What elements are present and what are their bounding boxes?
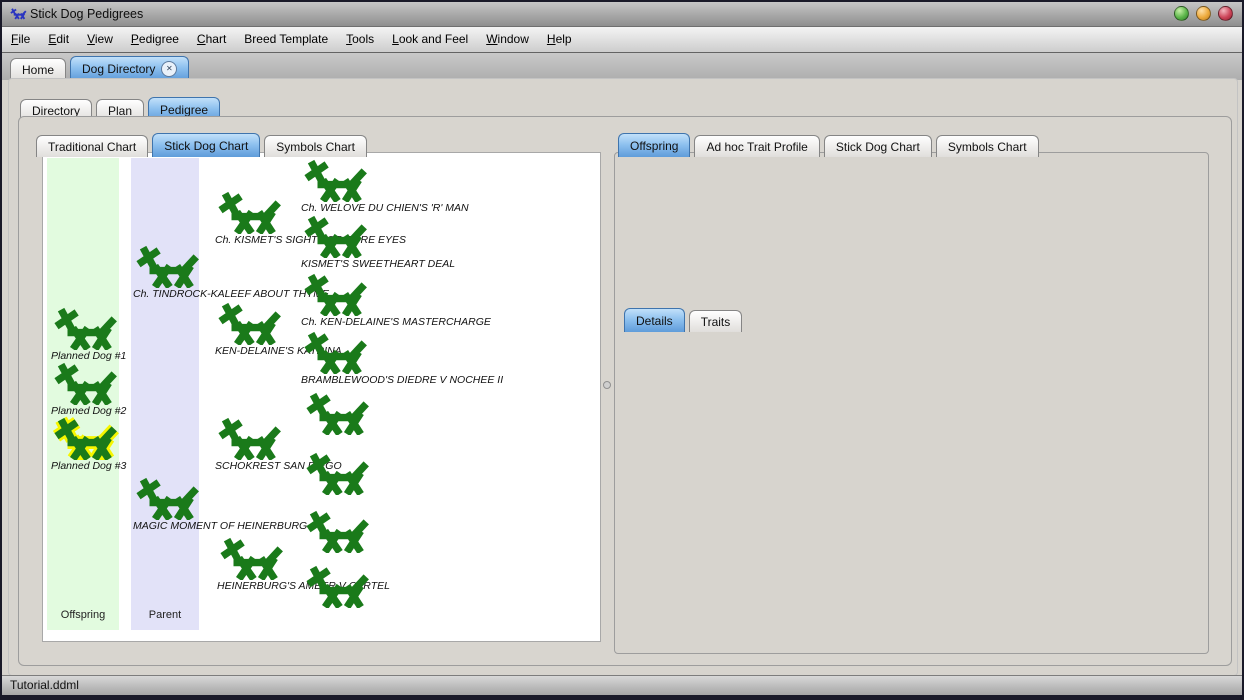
- maximize-button[interactable]: [1196, 6, 1211, 21]
- menu-look-and-feel[interactable]: Look and Feel: [383, 27, 477, 51]
- tab-label: Details: [636, 314, 673, 328]
- stick-dog-planned-dog-3[interactable]: [48, 416, 120, 460]
- stick-dog-schokrest-san-diego[interactable]: [212, 416, 284, 460]
- stick-dog-heinerburg-s-amber-v-cartel[interactable]: [214, 536, 286, 580]
- menu-tools[interactable]: Tools: [337, 27, 383, 51]
- tab-label: Pedigree: [160, 103, 208, 117]
- minimize-button[interactable]: [1174, 6, 1189, 21]
- dog-name-label: MAGIC MOMENT OF HEINERBURG: [133, 520, 307, 532]
- tab-label: Dog Directory: [82, 62, 155, 76]
- tab-label: Home: [22, 63, 54, 77]
- close-icon[interactable]: ✕: [161, 61, 177, 77]
- tab-label: Symbols Chart: [276, 140, 355, 154]
- detail-tab-details[interactable]: Details: [624, 308, 685, 332]
- document-tab-bar: Home Dog Directory ✕: [2, 53, 1242, 80]
- stick-dog-magic-moment-of-heinerburg[interactable]: [130, 476, 202, 520]
- stick-dog[interactable]: [300, 451, 372, 495]
- chart-tab-stick-dog-chart[interactable]: Stick Dog Chart: [152, 133, 260, 157]
- chart-tab-bar: Traditional Chart Stick Dog Chart Symbols …: [36, 130, 371, 153]
- dog-name-label: Ch. WELOVE DU CHIEN'S 'R' MAN: [301, 202, 469, 214]
- dog-name-label: BRAMBLEWOOD'S DIEDRE V NOCHEE II: [301, 374, 503, 386]
- detail-tab-traits[interactable]: Traits: [689, 310, 743, 332]
- detail-tab-bar: Details Traits: [624, 305, 746, 328]
- stick-dog-chart-canvas[interactable]: OffspringParentPlanned Dog #1Planned Dog…: [42, 152, 601, 642]
- right-tab-offspring[interactable]: Offspring: [618, 133, 690, 157]
- stick-dog[interactable]: [300, 391, 372, 435]
- app-dog-icon: [9, 7, 27, 20]
- tab-label: Stick Dog Chart: [836, 140, 920, 154]
- tab-label: Stick Dog Chart: [164, 139, 248, 153]
- tab-label: Traits: [701, 315, 731, 329]
- stick-dog-ch-kismet-s-sight-for-sore-eyes[interactable]: [212, 190, 284, 234]
- menu-chart[interactable]: Chart: [188, 27, 235, 51]
- dog-name-label: Planned Dog #3: [51, 460, 126, 472]
- offspring-column-label: Offspring: [47, 609, 119, 621]
- menu-breed-template[interactable]: Breed Template: [235, 27, 337, 51]
- offspring-panel: [614, 152, 1209, 654]
- doc-tab-home[interactable]: Home: [10, 58, 66, 80]
- stick-dog-ch-ken-delaine-s-mastercharge[interactable]: [298, 272, 370, 316]
- parent-column: [131, 158, 199, 630]
- chart-tab-symbols-chart[interactable]: Symbols Chart: [264, 135, 367, 157]
- tab-label: Traditional Chart: [48, 140, 136, 154]
- menu-file[interactable]: File: [2, 27, 39, 51]
- title-bar[interactable]: Stick Dog Pedigrees: [2, 2, 1242, 27]
- tab-label: Ad hoc Trait Profile: [706, 140, 807, 154]
- chart-tab-traditional-chart[interactable]: Traditional Chart: [36, 135, 148, 157]
- stick-dog-planned-dog-1[interactable]: [48, 306, 120, 350]
- menu-edit[interactable]: Edit: [39, 27, 78, 51]
- status-bar: Tutorial.ddml: [2, 675, 1242, 695]
- doc-tab-dog-directory[interactable]: Dog Directory ✕: [70, 56, 189, 80]
- right-tab-symbols-chart[interactable]: Symbols Chart: [936, 135, 1039, 157]
- right-tab-stick-dog-chart[interactable]: Stick Dog Chart: [824, 135, 932, 157]
- stick-dog[interactable]: [300, 564, 372, 608]
- stick-dog-ch-tindrock-kaleef-about-thyme[interactable]: [130, 244, 202, 288]
- window-title: Stick Dog Pedigrees: [30, 2, 143, 26]
- right-tab-bar: Offspring Ad hoc Trait Profile Stick Dog C…: [618, 130, 1043, 153]
- app-window: Stick Dog Pedigrees FileEditViewPedigree…: [0, 0, 1244, 700]
- view-tab-bar: DirectoryPlanPedigree: [20, 94, 224, 117]
- menu-window[interactable]: Window: [477, 27, 538, 51]
- close-button[interactable]: [1218, 6, 1233, 21]
- splitter-handle[interactable]: [603, 381, 611, 389]
- menu-bar: FileEditViewPedigreeChartBreed TemplateT…: [2, 27, 1242, 53]
- menu-view[interactable]: View: [78, 27, 122, 51]
- menu-pedigree[interactable]: Pedigree: [122, 27, 188, 51]
- stick-dog[interactable]: [300, 509, 372, 553]
- dog-name-label: Ch. KEN-DELAINE'S MASTERCHARGE: [301, 316, 491, 328]
- menu-help[interactable]: Help: [538, 27, 581, 51]
- tab-label: Symbols Chart: [948, 140, 1027, 154]
- dog-name-label: KISMET'S SWEETHEART DEAL: [301, 258, 455, 270]
- stick-dog-kismet-s-sweetheart-deal[interactable]: [298, 214, 370, 258]
- tab-label: Offspring: [630, 139, 678, 153]
- stick-dog-ch-welove-du-chien-s-r-man[interactable]: [298, 158, 370, 202]
- right-tab-ad-hoc-trait-profile[interactable]: Ad hoc Trait Profile: [694, 135, 819, 157]
- parent-column-label: Parent: [131, 609, 199, 621]
- status-filename: Tutorial.ddml: [10, 678, 79, 692]
- stick-dog-planned-dog-2[interactable]: [48, 361, 120, 405]
- stick-dog-ken-delaine-s-katrina[interactable]: [212, 301, 284, 345]
- stick-dog-bramblewood-s-diedre-v-nochee-ii[interactable]: [298, 330, 370, 374]
